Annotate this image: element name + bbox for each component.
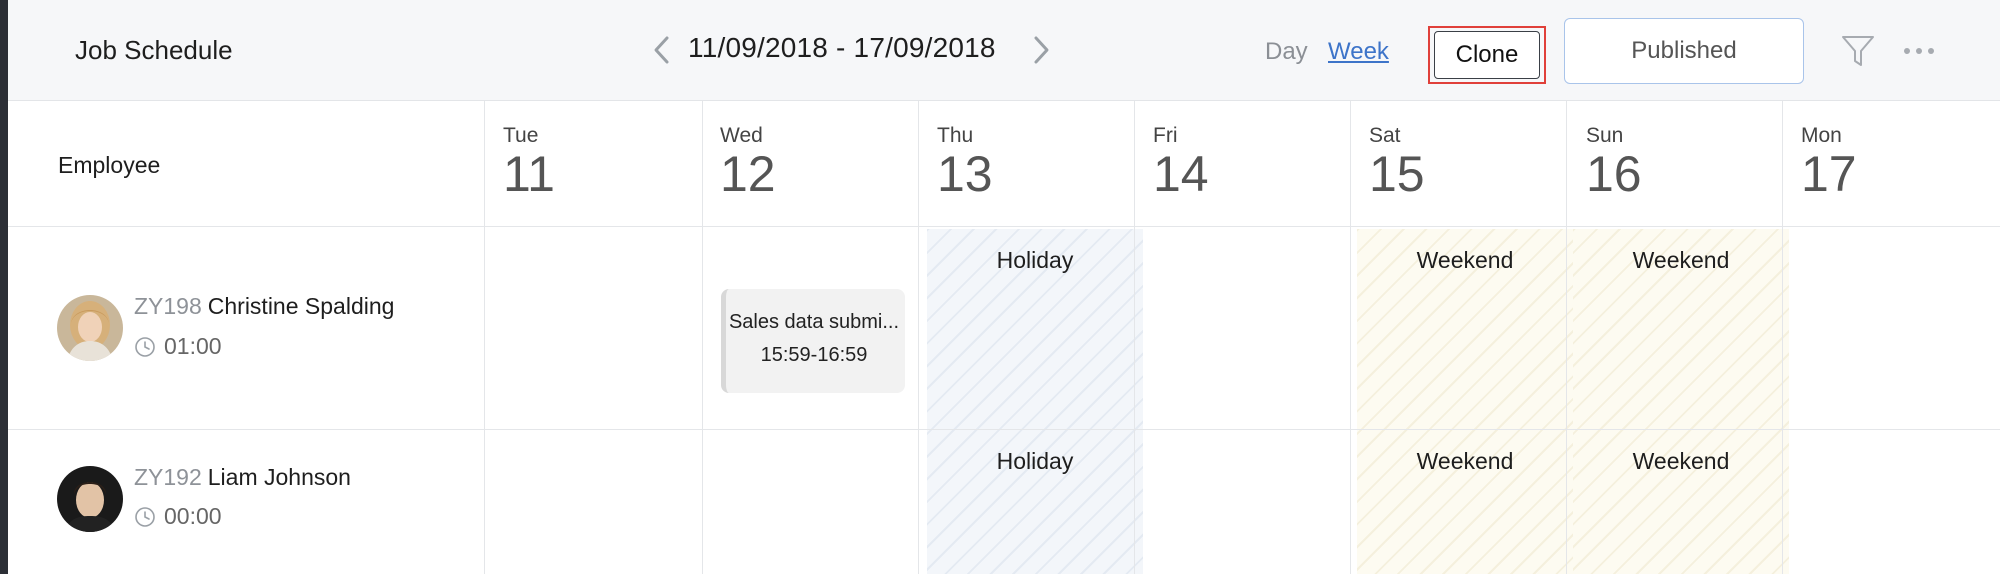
day-header-mon: Mon 17 [1801, 124, 1857, 200]
day-header-tue: Tue 11 [503, 124, 555, 200]
chevron-right-icon[interactable] [1030, 34, 1052, 66]
employee-name[interactable]: Christine Spalding [208, 293, 395, 319]
filter-icon[interactable] [1840, 34, 1876, 68]
column-divider [918, 101, 919, 574]
published-button[interactable]: Published [1564, 18, 1804, 84]
weekend-column-sun [1573, 229, 1789, 574]
holiday-label: Holiday [996, 448, 1074, 474]
day-header-wed: Wed 12 [720, 124, 776, 200]
shift-card[interactable]: Sales data submi... 15:59-16:59 [721, 289, 905, 393]
employee-id: ZY198 [134, 293, 202, 319]
more-icon[interactable] [1902, 40, 1936, 62]
date-range: 11/09/2018 - 17/09/2018 [688, 32, 996, 63]
employee-column-header: Employee [58, 152, 161, 178]
day-header-fri: Fri 14 [1153, 124, 1209, 200]
schedule-header: Job Schedule 11/09/2018 - 17/09/2018 Day… [8, 0, 2000, 101]
employee-identity: ZY198 Christine Spalding [134, 293, 394, 320]
day-header-sat: Sat 15 [1369, 124, 1425, 200]
employee-identity: ZY192 Liam Johnson [134, 464, 351, 491]
employee-id: ZY192 [134, 464, 202, 490]
header-row-divider [8, 226, 2000, 227]
day-number: 11 [503, 146, 555, 202]
day-name: Thu [937, 124, 974, 147]
weekend-label: Weekend [1632, 448, 1730, 474]
column-divider [1134, 101, 1135, 574]
day-number: 14 [1153, 146, 1209, 202]
row-divider [8, 429, 2000, 430]
hours-value: 01:00 [164, 333, 222, 359]
day-number: 16 [1586, 146, 1642, 202]
hours-value: 00:00 [164, 503, 222, 529]
employee-name[interactable]: Liam Johnson [208, 464, 351, 490]
page-title: Job Schedule [75, 35, 233, 65]
weekend-label: Weekend [1416, 247, 1514, 273]
day-header-thu: Thu 13 [937, 124, 993, 200]
chevron-left-icon[interactable] [651, 34, 673, 66]
avatar [57, 466, 123, 532]
day-number: 13 [937, 146, 993, 202]
avatar [57, 295, 123, 361]
clock-icon [135, 506, 155, 527]
employee-hours: 01:00 [134, 333, 222, 360]
holiday-column [927, 229, 1143, 574]
employee-hours: 00:00 [134, 503, 222, 530]
shift-title: Sales data submi... [728, 311, 900, 333]
clock-icon [135, 336, 155, 357]
job-schedule-app: Job Schedule 11/09/2018 - 17/09/2018 Day… [8, 0, 2000, 574]
holiday-label: Holiday [996, 247, 1074, 273]
day-header-sun: Sun 16 [1586, 124, 1642, 200]
view-day-link[interactable]: Day [1265, 38, 1308, 66]
clone-button[interactable]: Clone [1434, 31, 1540, 79]
day-name: Tue [503, 124, 539, 147]
shift-time: 15:59-16:59 [760, 344, 868, 366]
day-name: Sun [1586, 124, 1624, 147]
day-number: 17 [1801, 146, 1857, 202]
view-week-link[interactable]: Week [1328, 38, 1389, 66]
column-divider [702, 101, 703, 574]
day-name: Sat [1369, 124, 1401, 147]
column-divider [484, 101, 485, 574]
column-divider [1350, 101, 1351, 574]
column-divider [1566, 101, 1567, 574]
day-number: 12 [720, 146, 776, 202]
day-number: 15 [1369, 146, 1425, 202]
day-name: Fri [1153, 124, 1178, 147]
column-divider [1782, 101, 1783, 574]
weekend-label: Weekend [1416, 448, 1514, 474]
day-name: Wed [720, 124, 763, 147]
weekend-label: Weekend [1632, 247, 1730, 273]
weekend-column-sat [1357, 229, 1573, 574]
day-name: Mon [1801, 124, 1842, 147]
